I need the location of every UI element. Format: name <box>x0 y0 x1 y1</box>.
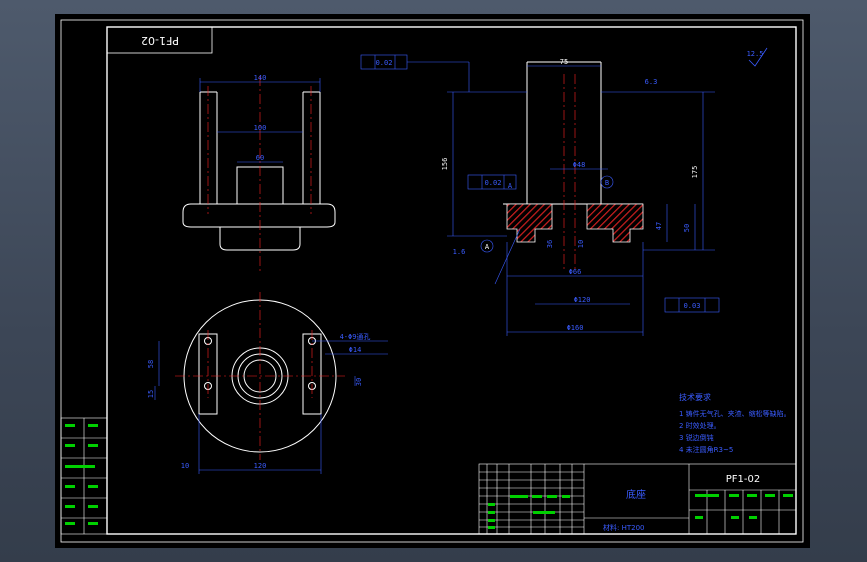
tech-req-heading: 技术要求 <box>679 392 711 402</box>
datum-a: A <box>485 243 490 251</box>
holes-note: 4-Φ9通孔 <box>340 332 371 341</box>
gdt-bottom-value: 0.03 <box>684 302 701 310</box>
mirrored-code: PF1-02 <box>141 34 179 47</box>
holes-depth: Φ14 <box>349 346 362 354</box>
material-label: 材料: HT200 <box>603 523 644 532</box>
dim-d10: 10 <box>577 240 585 248</box>
section-view <box>503 61 643 205</box>
plan-dimensions <box>154 340 388 474</box>
dim-height-156: 156 <box>441 158 449 171</box>
dim-height-175: 175 <box>691 166 699 179</box>
dim-d66: Φ66 <box>569 268 582 276</box>
dim-h50: 50 <box>683 224 691 232</box>
tech-req-item-1: 1 铸件无气孔、夹渣、缩松等缺陷。 <box>679 409 791 418</box>
gdt-mid-value: 0.02 <box>485 179 502 187</box>
front-centerlines <box>207 76 312 272</box>
section-centerline <box>563 74 576 270</box>
engineering-drawing: PF1-02 140 100 60 75 156 175 47 50 Φ66 Φ… <box>60 19 804 543</box>
dim-plan-30: 30 <box>355 378 363 386</box>
drawing-sheet: PF1-02 140 100 60 75 156 175 47 50 Φ66 Φ… <box>55 14 810 548</box>
dim-plan-10: 10 <box>181 462 189 470</box>
dim-inner-width: 100 <box>254 124 267 132</box>
roughness-chamfer: 1.6 <box>453 248 466 256</box>
dim-d120: Φ120 <box>574 296 591 304</box>
tech-req-item-3: 3 锐边倒钝 <box>679 433 714 442</box>
part-name: 底座 <box>626 488 646 501</box>
dim-d48: Φ48 <box>573 161 586 169</box>
gdt-top-value: 0.02 <box>376 59 393 67</box>
dim-h47: 47 <box>655 222 663 230</box>
plan-centerlines <box>175 292 345 460</box>
datum-b: B <box>605 179 609 187</box>
left-side-table <box>60 417 108 535</box>
dim-d160: Φ160 <box>567 324 584 332</box>
dim-plan-15: 15 <box>147 390 155 398</box>
left-side-labels <box>65 424 98 525</box>
front-view <box>182 91 336 251</box>
drawing-code-box: PF1-02 <box>106 26 213 54</box>
dim-side-width: 75 <box>560 58 568 66</box>
drawing-number: PF1-02 <box>726 474 760 485</box>
tech-req-item-2: 2 时效处理。 <box>679 421 721 430</box>
roughness-top: 6.3 <box>645 78 658 86</box>
dim-plan-58: 58 <box>147 360 155 368</box>
dim-d36: 36 <box>546 240 554 248</box>
dim-top-width: 140 <box>254 74 267 82</box>
inner-frame <box>106 26 797 535</box>
section-dimensions <box>360 54 720 336</box>
tech-req-item-4: 4 未注圆角R3~5 <box>679 445 733 454</box>
dim-plan-120: 120 <box>254 462 267 470</box>
dim-boss-width: 60 <box>256 154 264 162</box>
technical-requirements: 技术要求 1 铸件无气孔、夹渣、缩松等缺陷。 2 时效处理。 3 锐边倒钝 4 … <box>679 392 791 454</box>
